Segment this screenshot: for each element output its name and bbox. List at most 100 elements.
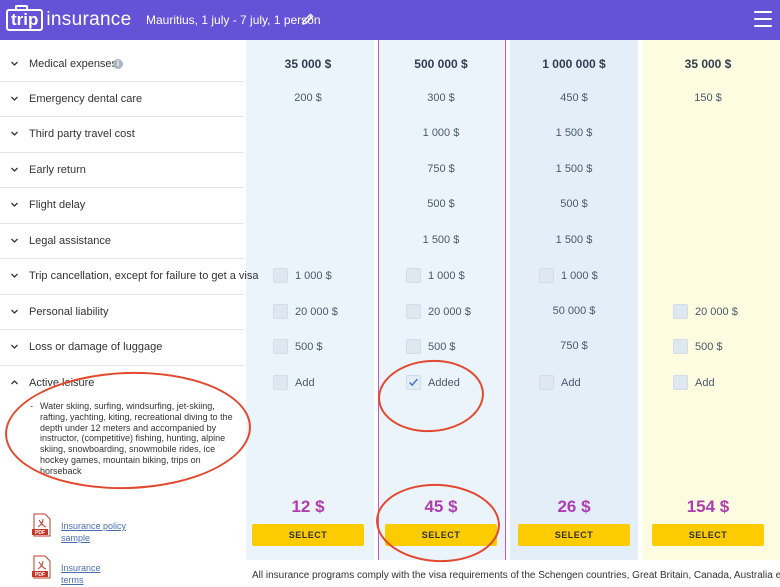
active-leisure-description: Water skiing, surfing, windsurfing, jet-… xyxy=(40,401,233,476)
plan-2-flight_delay-value: 500 $ xyxy=(427,198,455,210)
pdf-badge: PDF xyxy=(35,572,45,578)
plan-2-price: 45 $ xyxy=(424,497,458,516)
plan-2-liability-value: 20 000 $ xyxy=(428,306,471,318)
add-option-checkbox[interactable] xyxy=(539,375,554,390)
row-divider xyxy=(0,187,244,188)
plan-3-leisure-value: Add xyxy=(561,377,581,389)
row-label[interactable]: Trip cancellation, except for failure to… xyxy=(29,270,259,282)
plan-column-1 xyxy=(246,40,374,560)
plan-3-third_party-value: 1 500 $ xyxy=(555,127,593,139)
add-option-checkbox[interactable] xyxy=(539,268,554,283)
plan-1-luggage-value: 500 $ xyxy=(295,341,323,353)
pdf-icon: PDF xyxy=(32,555,51,579)
add-option-checkbox[interactable] xyxy=(273,339,288,354)
document-policy-sample[interactable]: PDF Insurance policy sample xyxy=(32,513,126,543)
hamburger-menu-icon[interactable] xyxy=(754,11,772,27)
row-divider xyxy=(0,152,244,153)
plan-1-leisure-value: Add xyxy=(295,377,315,389)
checkmark-icon xyxy=(409,378,418,387)
plan-4-price: 154 $ xyxy=(686,497,730,516)
plan-3-liability-value: 50 000 $ xyxy=(552,305,596,317)
top-bar: trip insurance Mauritius, 1 july - 7 jul… xyxy=(0,0,780,40)
document-terms[interactable]: PDF Insurance terms xyxy=(32,555,101,585)
visa-compliance-note: All insurance programs comply with the v… xyxy=(252,570,780,581)
row-divider xyxy=(0,223,244,224)
row-label[interactable]: Flight delay xyxy=(29,199,85,211)
add-option-checkbox[interactable] xyxy=(273,268,288,283)
policy-sample-link[interactable]: Insurance policy sample xyxy=(61,520,151,544)
row-label[interactable]: Early return xyxy=(29,164,86,176)
row-label[interactable]: Third party travel cost xyxy=(29,128,135,140)
row-label[interactable]: Loss or damage of luggage xyxy=(29,341,162,353)
add-option-checkbox[interactable] xyxy=(406,304,421,319)
plan-4-dental-value: 150 $ xyxy=(694,92,722,104)
plan-4-medical-value: 35 000 $ xyxy=(684,57,732,71)
plan-1-medical-value: 35 000 $ xyxy=(284,57,332,71)
row-divider xyxy=(0,294,244,295)
plan-3-dental-value: 450 $ xyxy=(560,92,588,104)
plan-2-third_party-value: 1 000 $ xyxy=(422,127,460,139)
plan-3-early_return-value: 1 500 $ xyxy=(555,163,593,175)
chevron-up-icon[interactable] xyxy=(10,378,19,387)
row-divider xyxy=(0,116,244,117)
row-label[interactable]: Medical expenses xyxy=(29,58,117,70)
chevron-down-icon[interactable] xyxy=(10,59,19,68)
row-label[interactable]: Legal assistance xyxy=(29,235,111,247)
plan-3-legal-value: 1 500 $ xyxy=(555,234,593,246)
logo-trip: trip xyxy=(6,5,44,31)
plan-3-flight_delay-value: 500 $ xyxy=(560,198,588,210)
chevron-down-icon[interactable] xyxy=(10,307,19,316)
chevron-down-icon[interactable] xyxy=(10,271,19,280)
info-icon[interactable]: i xyxy=(113,59,123,69)
search-summary[interactable]: Mauritius, 1 july - 7 july, 1 person xyxy=(146,13,321,27)
row-label[interactable]: Active leisure xyxy=(29,377,94,389)
plan-4-select-button[interactable]: SELECT xyxy=(652,524,764,546)
row-label[interactable]: Emergency dental care xyxy=(29,93,142,105)
plan-1-cancellation-value: 1 000 $ xyxy=(295,270,332,282)
added-checkbox-checked[interactable] xyxy=(406,375,421,390)
row-divider xyxy=(0,258,244,259)
chevron-down-icon[interactable] xyxy=(10,165,19,174)
plan-column-2 xyxy=(379,40,505,560)
plan-1-select-button[interactable]: SELECT xyxy=(252,524,364,546)
plan-2-cancellation-value: 1 000 $ xyxy=(428,270,465,282)
plan-3-medical-value: 1 000 000 $ xyxy=(542,57,606,71)
description-dash: - xyxy=(30,401,33,411)
add-option-checkbox[interactable] xyxy=(273,375,288,390)
plan-2-leisure-value: Added xyxy=(428,377,460,389)
plan-4-leisure-value: Add xyxy=(695,377,715,389)
terms-link[interactable]: Insurance terms xyxy=(61,562,109,586)
chevron-down-icon[interactable] xyxy=(10,236,19,245)
plan-2-select-button[interactable]: SELECT xyxy=(385,524,497,546)
plan-1-price: 12 $ xyxy=(291,497,325,516)
row-divider xyxy=(0,365,244,366)
plan-3-price: 26 $ xyxy=(557,497,591,516)
logo-insurance: insurance xyxy=(46,9,132,30)
add-option-checkbox[interactable] xyxy=(406,268,421,283)
plan-3-luggage-value: 750 $ xyxy=(560,340,588,352)
row-divider xyxy=(0,81,244,82)
plan-column-3 xyxy=(510,40,638,560)
add-option-checkbox[interactable] xyxy=(673,304,688,319)
pdf-icon: PDF xyxy=(32,513,51,537)
plan-2-luggage-value: 500 $ xyxy=(428,341,456,353)
trip-insurance-logo[interactable]: trip insurance xyxy=(6,5,132,34)
chevron-down-icon[interactable] xyxy=(10,129,19,138)
add-option-checkbox[interactable] xyxy=(406,339,421,354)
pdf-badge: PDF xyxy=(35,530,45,536)
plan-3-cancellation-value: 1 000 $ xyxy=(561,270,598,282)
chevron-down-icon[interactable] xyxy=(10,342,19,351)
add-option-checkbox[interactable] xyxy=(673,375,688,390)
row-label[interactable]: Personal liability xyxy=(29,306,108,318)
row-divider xyxy=(0,329,244,330)
plan-4-liability-value: 20 000 $ xyxy=(695,306,738,318)
plan-4-luggage-value: 500 $ xyxy=(695,341,723,353)
plan-3-select-button[interactable]: SELECT xyxy=(518,524,630,546)
add-option-checkbox[interactable] xyxy=(273,304,288,319)
chevron-down-icon[interactable] xyxy=(10,200,19,209)
plan-column-4 xyxy=(643,40,780,560)
chevron-down-icon[interactable] xyxy=(10,94,19,103)
add-option-checkbox[interactable] xyxy=(673,339,688,354)
plan-2-early_return-value: 750 $ xyxy=(427,163,455,175)
pencil-icon[interactable] xyxy=(301,12,315,26)
